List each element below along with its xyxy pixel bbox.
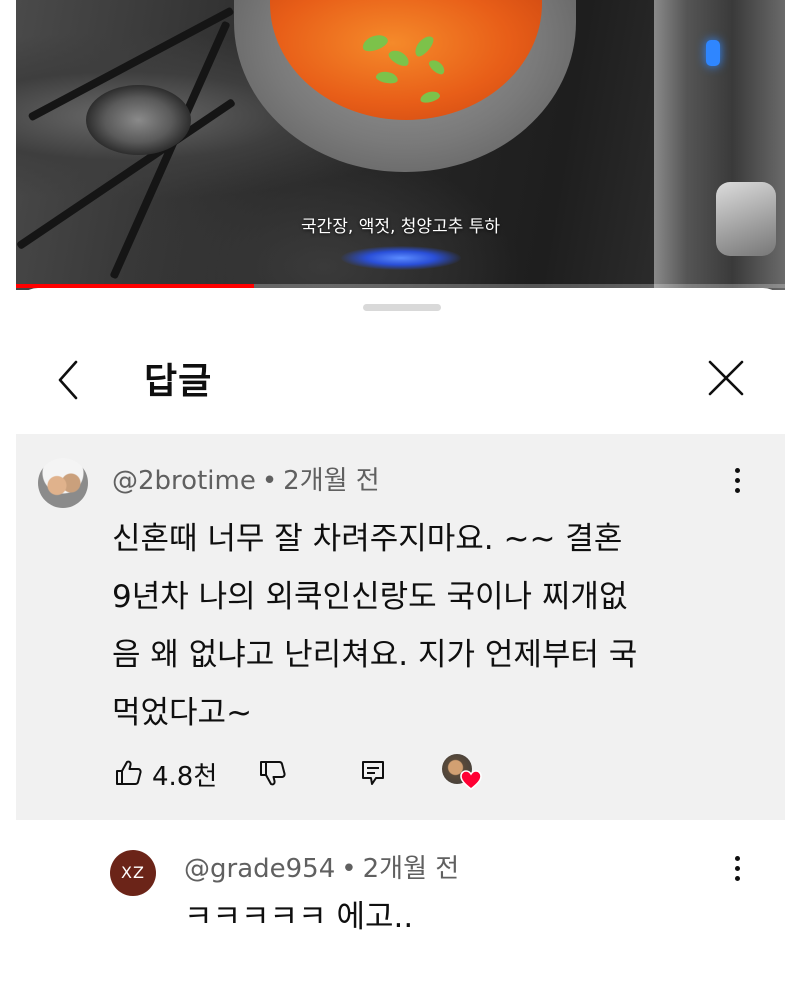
comment-line: 먹었다고~: [112, 695, 253, 731]
meta-separator: •: [261, 466, 278, 496]
avatar[interactable]: XZ: [110, 850, 156, 896]
sheet-title: 답글: [144, 361, 213, 402]
replies-sheet: 답글 @2brotime • 2개월 전 신혼때 너무 잘 차려주지마요. ~~ 결…: [16, 288, 785, 993]
reply-icon: [362, 761, 384, 785]
comment-text: 신혼때 너무 잘 차려주지마요. ~~ 결혼 9년차 나의 외쿡인신랑도 국이나…: [112, 510, 762, 742]
creator-heart-icon: [442, 754, 482, 792]
reply-comment: XZ @grade954 • 2개월 전 ㅋㅋㅋㅋㅋ 에고..: [16, 820, 785, 993]
stove-burner: [86, 85, 191, 155]
more-vert-icon[interactable]: [722, 468, 752, 504]
video-player[interactable]: 국간장, 액젓, 청양고추 투하: [16, 0, 785, 290]
comment-line: 9년차 나의 외쿡인신랑도 국이나 찌개없: [112, 579, 628, 615]
comment-time: 2개월 전: [283, 466, 380, 496]
more-vert-icon[interactable]: [722, 856, 752, 892]
sheet-drag-handle[interactable]: [363, 304, 441, 311]
parent-comment: @2brotime • 2개월 전 신혼때 너무 잘 차려주지마요. ~~ 결혼 9…: [16, 434, 785, 820]
meta-separator: •: [341, 854, 357, 884]
video-caption: 국간장, 액젓, 청양고추 투하: [300, 217, 501, 237]
comment-line: 신혼때 너무 잘 차려주지마요. ~~ 결혼: [112, 521, 623, 557]
close-button[interactable]: [706, 358, 746, 398]
reply-time: 2개월 전: [362, 854, 460, 884]
reply-author[interactable]: @grade954: [184, 854, 335, 884]
stove-indicator-light: [706, 40, 720, 66]
avatar[interactable]: [38, 458, 88, 508]
chevron-left-icon: [58, 360, 78, 400]
close-icon: [708, 360, 744, 396]
comment-meta: @2brotime • 2개월 전: [112, 460, 380, 497]
burner-flame: [341, 246, 461, 270]
reply-meta: @grade954 • 2개월 전: [184, 848, 459, 885]
back-button[interactable]: [52, 358, 86, 402]
comment-actions: 4.8천: [112, 752, 512, 792]
comment-author[interactable]: @2brotime: [112, 466, 256, 496]
thumbs-down-icon: [260, 761, 286, 786]
reply-text: ㅋㅋㅋㅋㅋ 에고..: [184, 899, 414, 935]
like-count: 4.8천: [152, 762, 218, 792]
like-button[interactable]: 4.8천: [112, 752, 232, 792]
heart-icon: [460, 770, 482, 790]
reply-button[interactable]: [356, 752, 390, 792]
comment-line: 음 왜 없냐고 난리쳐요. 지가 언제부터 국: [112, 637, 638, 673]
thumbs-up-icon: [116, 760, 142, 785]
dislike-button[interactable]: [256, 752, 290, 792]
